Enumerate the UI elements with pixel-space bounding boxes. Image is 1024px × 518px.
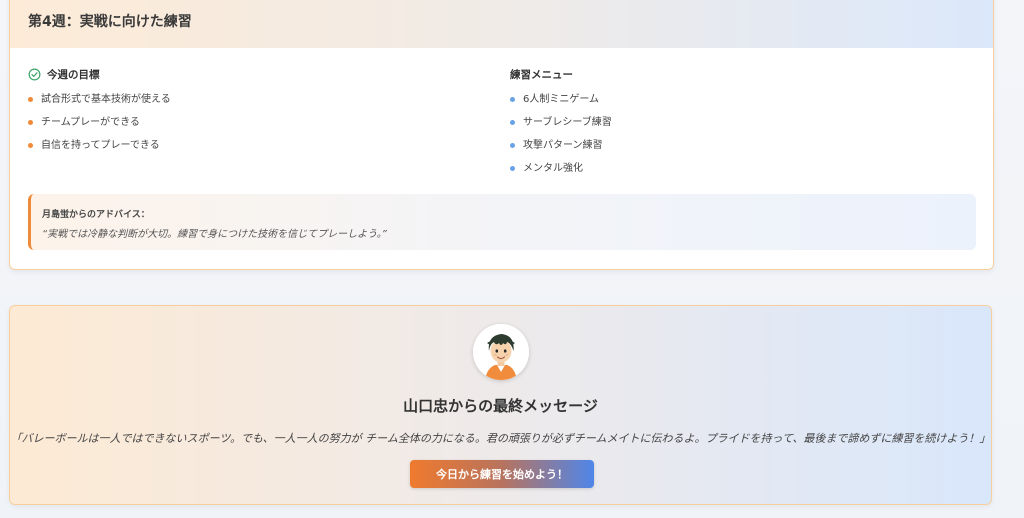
list-item: 試合形式で基本技術が使える xyxy=(28,93,171,116)
goals-heading: 今週の目標 xyxy=(28,67,100,82)
bullet-dot-icon xyxy=(510,143,515,148)
list-item: サーブレシーブ練習 xyxy=(510,116,612,139)
bullet-dot-icon xyxy=(28,120,33,125)
menu-list: 6人制ミニゲーム サーブレシーブ練習 攻撃パターン練習 メンタル強化 xyxy=(510,93,612,185)
advice-label: 月島蛍からのアドバイス： xyxy=(42,210,150,220)
bullet-dot-icon xyxy=(510,120,515,125)
bullet-dot-icon xyxy=(510,97,515,102)
goals-list: 試合形式で基本技術が使える チームプレーができる 自信を持ってプレーできる xyxy=(28,93,171,162)
bullet-dot-icon xyxy=(28,97,33,102)
start-practice-button[interactable]: 今日から練習を始めよう！ xyxy=(410,460,594,488)
week-header: 第4週：実戦に向けた練習 xyxy=(10,0,993,48)
advice-text: “実戦では冷静な判断が大切。練習で身につけた技術を信じてプレーしよう。” xyxy=(42,229,387,240)
menu-title: 練習メニュー xyxy=(510,69,573,81)
final-message-card: 山口忠からの最終メッセージ 「バレーボールは一人ではできないスポーツ。でも、一人… xyxy=(9,305,992,505)
bullet-dot-icon xyxy=(510,166,515,171)
check-circle-icon xyxy=(28,68,41,81)
week-title: 第4週：実戦に向けた練習 xyxy=(28,14,192,30)
final-message-title: 山口忠からの最終メッセージ xyxy=(403,397,598,415)
bullet-dot-icon xyxy=(28,143,33,148)
list-item: チームプレーができる xyxy=(28,116,171,139)
list-item: メンタル強化 xyxy=(510,162,612,185)
character-avatar-icon xyxy=(473,324,529,380)
final-message-text: 「バレーボールは一人ではできないスポーツ。でも、一人一人の努力が チーム全体の力… xyxy=(10,432,991,445)
list-item: 攻撃パターン練習 xyxy=(510,139,612,162)
week-card: 第4週：実戦に向けた練習 今週の目標 試合形式で基本技術が使える チームプレーが… xyxy=(9,0,994,270)
advice-box: 月島蛍からのアドバイス： “実戦では冷静な判断が大切。練習で身につけた技術を信じ… xyxy=(28,194,976,250)
avatar xyxy=(473,324,529,380)
goals-title: 今週の目標 xyxy=(47,69,100,81)
list-item: 自信を持ってプレーできる xyxy=(28,139,171,162)
list-item: 6人制ミニゲーム xyxy=(510,93,612,116)
